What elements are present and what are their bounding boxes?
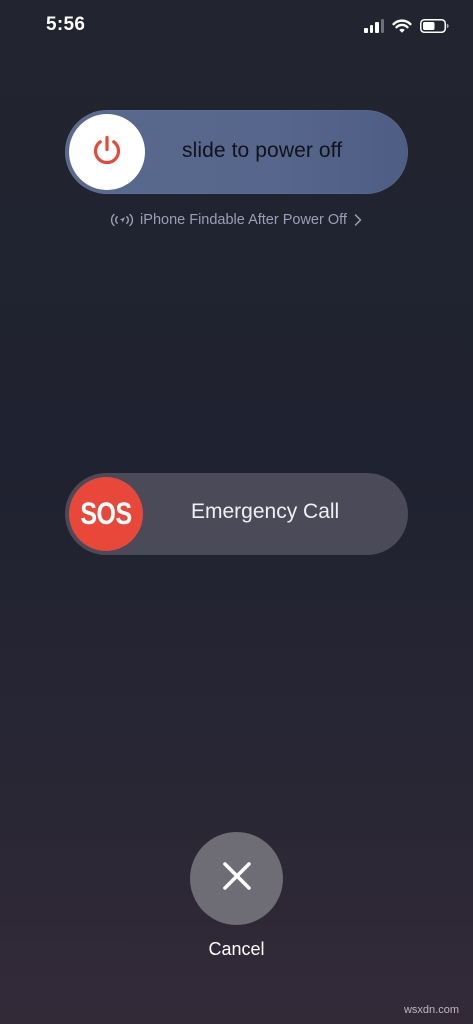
- close-icon: [221, 860, 253, 897]
- watermark: wsxdn.com: [403, 1004, 459, 1016]
- sos-knob[interactable]: SOS: [69, 477, 143, 551]
- chevron-right-icon: [352, 213, 364, 227]
- signal-icon: [364, 19, 384, 33]
- power-off-label: slide to power off: [182, 139, 343, 162]
- emergency-call-label: Emergency Call: [191, 500, 340, 523]
- cancel-label: Cancel: [208, 939, 265, 959]
- findable-text: iPhone Findable After Power Off: [140, 212, 347, 228]
- wifi-icon: [392, 19, 412, 34]
- battery-icon: [420, 19, 449, 33]
- power-icon: [89, 132, 125, 173]
- cancel-button[interactable]: [190, 832, 283, 925]
- power-off-slider[interactable]: slide to power off: [65, 110, 408, 194]
- status-icons: [364, 16, 449, 36]
- status-bar: 5:56: [0, 0, 473, 52]
- findable-after-power-off-link[interactable]: iPhone Findable After Power Off: [0, 212, 473, 228]
- findable-location-icon: [109, 212, 135, 228]
- emergency-call-slider[interactable]: SOS Emergency Call: [65, 473, 408, 555]
- sos-knob-label: SOS: [80, 495, 132, 531]
- status-time: 5:56: [46, 14, 86, 35]
- power-off-knob[interactable]: [69, 114, 145, 190]
